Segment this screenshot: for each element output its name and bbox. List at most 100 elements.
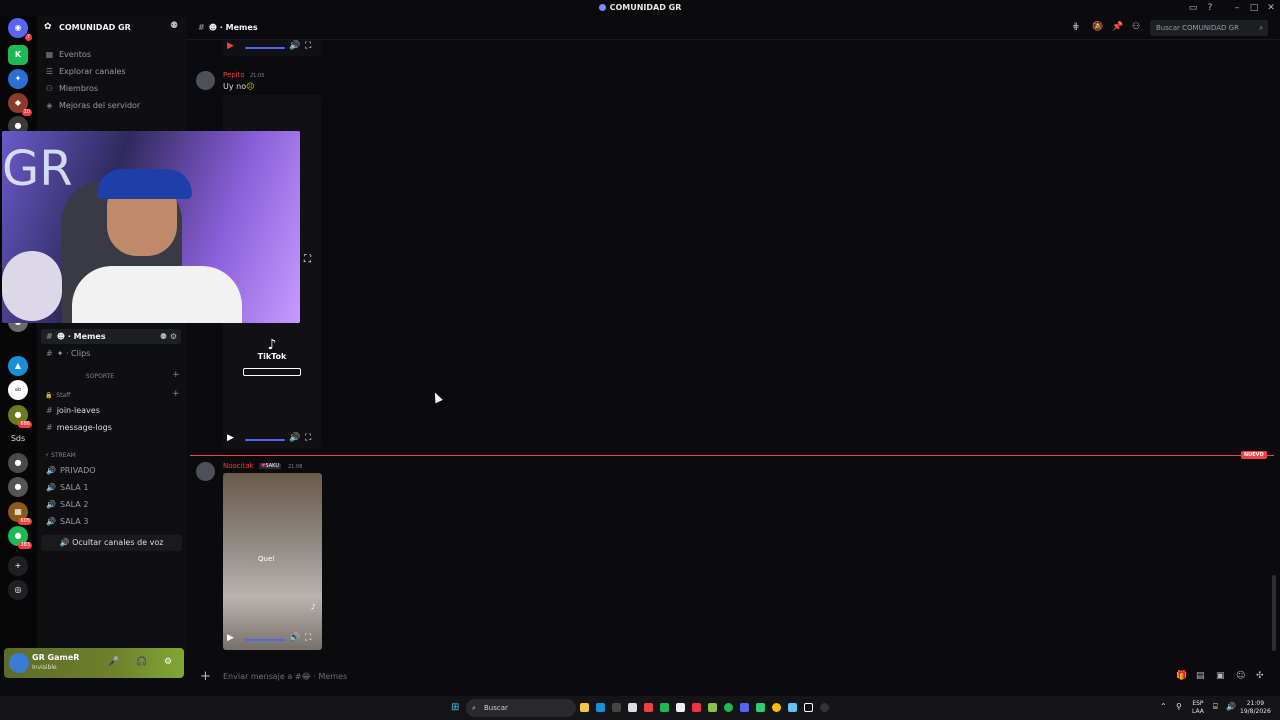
app-icon[interactable] <box>676 703 685 712</box>
volume-slider[interactable] <box>245 47 285 49</box>
scrollbar[interactable] <box>1272 575 1276 651</box>
voice-channel-privado[interactable]: 🔊 PRIVADO <box>41 463 181 478</box>
avatar[interactable] <box>196 462 215 481</box>
volume-icon[interactable]: 🔊 <box>1226 702 1236 711</box>
app-icon[interactable] <box>756 703 765 712</box>
spotify-icon[interactable] <box>724 703 733 712</box>
brave-icon[interactable] <box>644 703 653 712</box>
fullscreen-icon[interactable]: ⛶ <box>305 633 311 643</box>
server-k-icon[interactable]: K <box>8 45 28 65</box>
message-composer[interactable]: + Enviar mensaje a #😂 · Memes 🎁 ▤ ▣ ☺ ✣ <box>194 666 1272 688</box>
app-icon[interactable] <box>612 703 621 712</box>
fullscreen-icon[interactable]: ⛶ <box>305 433 311 443</box>
voice-channel-sala-2[interactable]: 🔊 SALA 2 <box>41 497 181 512</box>
headphones-icon[interactable]: 🎧 <box>136 657 147 667</box>
avatar[interactable] <box>9 653 29 673</box>
store-icon[interactable] <box>628 703 637 712</box>
apps-icon[interactable]: ✣ <box>1256 671 1264 681</box>
discord-icon[interactable] <box>740 703 749 712</box>
edge-icon[interactable] <box>596 703 605 712</box>
server-sds-icon[interactable]: Sds <box>8 429 28 449</box>
sidebar-item-eventos[interactable]: ▦ Eventos <box>45 48 91 62</box>
server-icon[interactable]: ● <box>8 453 28 473</box>
channel-memes[interactable]: # ☻ · Memes ⚙ ⚉ <box>41 329 181 344</box>
add-attachment-icon[interactable]: + <box>200 669 211 684</box>
play-icon[interactable]: ▶ <box>227 633 234 643</box>
file-explorer-icon[interactable] <box>580 703 589 712</box>
play-icon[interactable]: ▶ <box>227 41 234 51</box>
server-icon[interactable]: ● 686 <box>8 405 32 428</box>
help-icon[interactable]: ? <box>1203 2 1217 14</box>
hide-voice-channels-button[interactable]: 🔊 Ocultar canales de voz <box>41 535 182 551</box>
server-icon[interactable]: ✦ <box>8 69 28 89</box>
volume-icon[interactable]: 🔊 <box>289 633 300 643</box>
play-icon[interactable]: ▶ <box>227 433 234 443</box>
category-soporte[interactable]: SOPORTE <box>45 373 155 380</box>
excel-icon[interactable] <box>660 703 669 712</box>
invite-icon[interactable]: ⚉ <box>160 329 167 344</box>
channel-settings-icon[interactable]: ⚙ <box>170 329 177 344</box>
discord-home-icon[interactable]: ◉ 7 <box>8 18 32 41</box>
taskbar-search[interactable]: ⌕ Buscar <box>466 699 576 717</box>
server-folder-icon[interactable]: ▦ 605 <box>8 502 32 525</box>
volume-icon[interactable]: 🔊 <box>289 41 300 51</box>
tray-icon[interactable]: ⚲ <box>1176 702 1182 711</box>
add-member-icon[interactable]: ⚉ <box>170 21 178 31</box>
add-channel-icon[interactable]: + <box>172 389 180 399</box>
channel-message-logs[interactable]: # message-logs <box>41 420 181 435</box>
sidebar-item-miembros[interactable]: ⚇ Miembros <box>45 82 98 96</box>
channel-join-leaves[interactable]: # join-leaves <box>41 403 181 418</box>
sidebar-item-explorar[interactable]: ☰ Explorar canales <box>45 65 126 79</box>
channel-clips[interactable]: # ✦ · Clips <box>41 346 181 361</box>
video-embed[interactable]: ▶ 🔊 ⛶ <box>223 40 321 56</box>
windows-start-icon[interactable]: ⊞ <box>451 702 459 713</box>
sticker-icon[interactable]: ▣ <box>1216 671 1225 681</box>
close-button[interactable]: ✕ <box>1264 2 1278 14</box>
category-stream[interactable]: ⚡ STREAM <box>45 452 76 459</box>
add-server-icon[interactable]: + <box>8 556 28 576</box>
language-indicator[interactable]: ESP LAA <box>1192 700 1204 716</box>
pin-icon[interactable]: 📌 <box>1112 22 1123 32</box>
maximize-button[interactable]: □ <box>1247 2 1261 14</box>
inbox-icon[interactable]: ▭ <box>1186 2 1200 14</box>
server-header[interactable]: ✿ COMUNIDAD GR ⌄ ⚉ <box>37 16 186 40</box>
add-channel-icon[interactable]: + <box>172 370 180 380</box>
gift-icon[interactable]: 🎁 <box>1176 671 1187 681</box>
steam-icon[interactable] <box>788 703 797 712</box>
tiktok-icon[interactable] <box>804 703 813 712</box>
tray-chevron-icon[interactable]: ⌃ <box>1160 702 1167 711</box>
server-icon[interactable]: ● <box>8 477 28 497</box>
server-icon[interactable]: ● 383 <box>8 526 32 549</box>
discover-icon[interactable]: ◎ <box>8 580 28 600</box>
expand-icon[interactable]: ⛶ <box>304 254 311 265</box>
category-staff[interactable]: 🔒· Staff <box>45 392 70 399</box>
server-icon[interactable]: ▲ <box>8 356 28 376</box>
video-embed[interactable]: Que! ♪ <box>223 473 322 650</box>
emoji-icon[interactable]: ☺ <box>1236 671 1245 681</box>
voice-channel-sala-3[interactable]: 🔊 SALA 3 <box>41 514 181 529</box>
clock[interactable]: 21:09 19/8/2026 <box>1240 700 1271 716</box>
threads-icon[interactable]: ⋕ <box>1072 22 1080 32</box>
volume-slider[interactable] <box>245 439 285 441</box>
microphone-icon[interactable]: 🎤 <box>108 657 119 667</box>
avatar[interactable] <box>196 71 215 90</box>
gif-icon[interactable]: ▤ <box>1196 671 1205 681</box>
message-author[interactable]: Pepito <box>223 71 245 79</box>
user-settings-icon[interactable]: ⚙ <box>164 657 172 667</box>
settings-icon[interactable] <box>820 703 829 712</box>
search-input[interactable]: Buscar COMUNIDAD GR ⌕ <box>1150 20 1268 36</box>
app-icon[interactable] <box>708 703 717 712</box>
chrome-icon[interactable] <box>772 703 781 712</box>
voice-channel-sala-1[interactable]: 🔊 SALA 1 <box>41 480 181 495</box>
fullscreen-icon[interactable]: ⛶ <box>305 41 311 51</box>
volume-slider[interactable] <box>245 639 285 641</box>
member-list-icon[interactable]: ⚇ <box>1132 22 1140 32</box>
server-icon[interactable]: ab <box>8 380 28 400</box>
opera-icon[interactable] <box>692 703 701 712</box>
notifications-muted-icon[interactable]: 🔕 <box>1092 22 1103 32</box>
minimize-button[interactable]: – <box>1230 2 1244 14</box>
message-author[interactable]: Noocitak <box>223 462 254 470</box>
volume-icon[interactable]: 🔊 <box>289 433 300 443</box>
server-icon[interactable]: ◆ 10 <box>8 93 32 116</box>
network-icon[interactable]: ⌸ <box>1213 702 1218 712</box>
